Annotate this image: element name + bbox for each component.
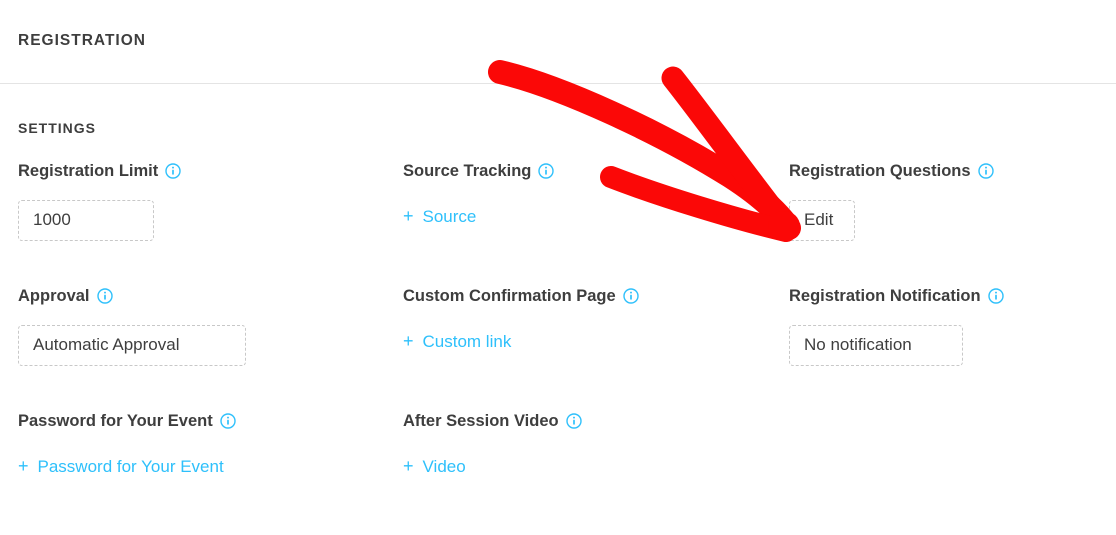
approval-select[interactable]: Automatic Approval (18, 325, 246, 366)
setting-after-session-video: After Session Video + Video (403, 410, 783, 477)
field-label: Source Tracking (403, 160, 783, 182)
plus-icon: + (403, 331, 414, 351)
field-label: Approval (18, 285, 398, 307)
info-circle-icon[interactable] (96, 288, 113, 304)
info-circle-icon[interactable] (987, 288, 1004, 304)
field-label: Password for Your Event (18, 410, 398, 432)
add-video-label: Video (422, 457, 466, 476)
add-custom-link-button[interactable]: + Custom link (403, 331, 511, 352)
info-circle-icon[interactable] (538, 163, 555, 179)
field-label-text: Custom Confirmation Page (403, 287, 616, 305)
setting-password-for-your-event: Password for Your Event + Password for Y… (18, 410, 398, 477)
field-label-text: Registration Notification (789, 287, 981, 305)
info-circle-icon[interactable] (165, 163, 181, 179)
field-label: Registration Notification (789, 285, 1109, 307)
setting-registration-limit: Registration Limit 1000 (18, 160, 398, 241)
registration-notification-select[interactable]: No notification (789, 325, 963, 366)
setting-registration-notification: Registration Notification No notificatio… (789, 285, 1109, 366)
registration-settings-page: REGISTRATION SETTINGS Registration Limit (0, 0, 1116, 510)
info-circle-icon[interactable] (977, 163, 994, 179)
settings-row: Registration Limit 1000 Source Tracking (0, 160, 1116, 285)
plus-icon: + (18, 456, 29, 476)
settings-grid: Registration Limit 1000 Source Tracking (0, 160, 1116, 535)
field-label-text: Registration Questions (789, 162, 971, 180)
info-circle-icon[interactable] (622, 288, 639, 304)
add-password-label: Password for Your Event (37, 457, 224, 476)
settings-row: Approval Automatic Approval Custom Confi… (0, 285, 1116, 410)
field-label-text: After Session Video (403, 412, 559, 430)
field-label: Custom Confirmation Page (403, 285, 783, 307)
settings-row: Password for Your Event + Password for Y… (0, 410, 1116, 535)
field-label: After Session Video (403, 410, 783, 432)
add-custom-link-label: Custom link (422, 332, 512, 351)
field-label-text: Registration Limit (18, 162, 159, 180)
info-circle-icon[interactable] (220, 413, 236, 429)
field-label: Registration Questions (789, 160, 1109, 182)
add-source-label: Source (422, 207, 477, 226)
field-label: Registration Limit (18, 160, 398, 182)
setting-registration-questions: Registration Questions Edit (789, 160, 1109, 241)
setting-custom-confirmation-page: Custom Confirmation Page + Custom link (403, 285, 783, 352)
setting-source-tracking: Source Tracking + Source (403, 160, 783, 227)
info-circle-icon[interactable] (565, 413, 582, 429)
add-video-button[interactable]: + Video (403, 456, 466, 477)
registration-questions-edit-button[interactable]: Edit (789, 200, 855, 241)
settings-section-title: SETTINGS (18, 120, 97, 136)
add-password-button[interactable]: + Password for Your Event (18, 456, 224, 477)
field-label-text: Source Tracking (403, 162, 532, 180)
plus-icon: + (403, 456, 414, 476)
registration-limit-input[interactable]: 1000 (18, 200, 154, 241)
header-divider (0, 83, 1116, 84)
plus-icon: + (403, 206, 414, 226)
setting-approval: Approval Automatic Approval (18, 285, 398, 366)
field-label-text: Password for Your Event (18, 412, 213, 430)
page-title: REGISTRATION (18, 32, 146, 49)
field-label-text: Approval (18, 287, 90, 305)
add-source-button[interactable]: + Source (403, 206, 476, 227)
